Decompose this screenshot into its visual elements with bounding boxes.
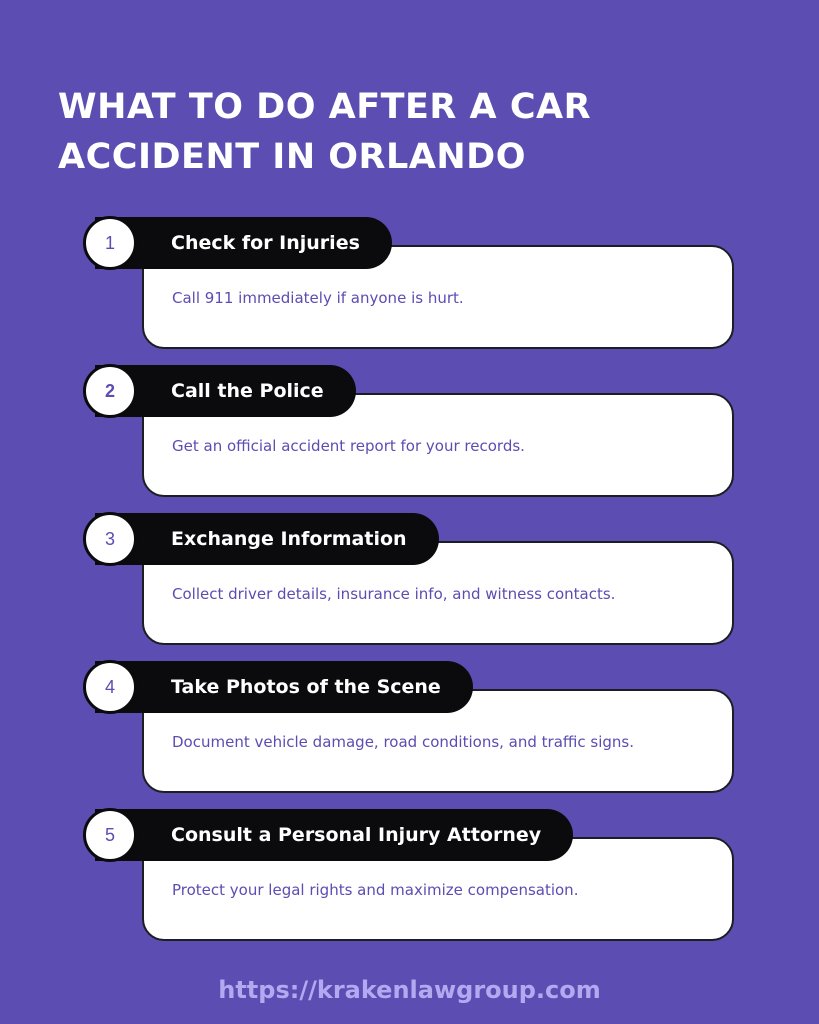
- step-description: Collect driver details, insurance info, …: [172, 585, 616, 603]
- step-number-badge: 3: [83, 512, 137, 566]
- page-title: WHAT TO DO AFTER A CAR ACCIDENT IN ORLAN…: [58, 87, 592, 177]
- step-description: Get an official accident report for your…: [172, 437, 525, 455]
- step-description: Protect your legal rights and maximize c…: [172, 881, 579, 899]
- step-number-badge: 4: [83, 660, 137, 714]
- step-heading: Check for Injuries: [95, 217, 392, 269]
- step-heading: Consult a Personal Injury Attorney: [95, 809, 574, 861]
- website-url-link[interactable]: https://krakenlawgroup.com: [0, 976, 819, 1004]
- step-heading: Exchange Information: [95, 513, 439, 565]
- step-3: Collect driver details, insurance info, …: [0, 512, 819, 653]
- step-description: Document vehicle damage, road conditions…: [172, 733, 635, 751]
- step-5: Protect your legal rights and maximize c…: [0, 808, 819, 949]
- step-1: Call 911 immediately if anyone is hurt. …: [0, 216, 819, 357]
- step-4: Document vehicle damage, road conditions…: [0, 660, 819, 801]
- step-heading: Take Photos of the Scene: [95, 661, 473, 713]
- step-2: Get an official accident report for your…: [0, 364, 819, 505]
- step-number-badge: 5: [83, 808, 137, 862]
- step-description: Call 911 immediately if anyone is hurt.: [172, 289, 464, 307]
- step-number-badge: 2: [83, 364, 137, 418]
- step-number-badge: 1: [83, 216, 137, 270]
